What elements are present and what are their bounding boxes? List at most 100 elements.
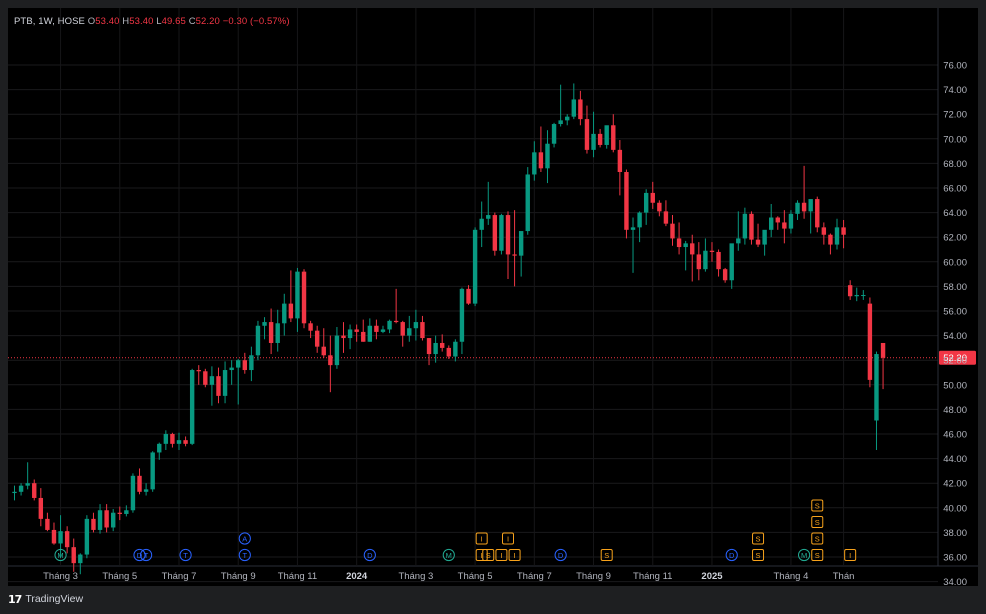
time-tick-label: Tháng 3 [43, 571, 78, 582]
event-marker-label: I [481, 535, 483, 544]
candle-body [597, 133, 603, 145]
time-tick-label: Tháng 7 [517, 571, 552, 582]
candle-body [262, 322, 267, 326]
tradingview-brand-name: TradingView [25, 593, 84, 605]
event-marker-label: M [446, 551, 452, 560]
chart-panel[interactable]: 52.20 MDTTTADMISIIIIDSDSSMSSSSI 34.00 36.… [8, 8, 978, 586]
price-tick-label: 42.00 [943, 479, 967, 490]
candle-body [407, 328, 412, 336]
price-tick-label: 64.00 [943, 208, 967, 219]
candle-body [71, 547, 76, 564]
event-markers: M D T T TAD M I S I II ID S D SSM SSSSI [54, 499, 857, 562]
event-marker-label: S [604, 551, 609, 560]
candle-body [716, 251, 721, 270]
event-marker-label: S [756, 535, 761, 544]
event-marker-label: D [367, 551, 373, 560]
candle-body [433, 342, 438, 355]
price-tick-label: 34.00 [943, 577, 967, 586]
candle-body [703, 250, 708, 270]
time-tick-label: Tháng 7 [162, 571, 197, 582]
time-tick-label: Tháng 5 [102, 571, 137, 582]
candle-body [459, 288, 465, 342]
candle-body [117, 512, 122, 514]
candle-body [558, 120, 563, 125]
candle-body [591, 133, 596, 150]
tradingview-branding[interactable]: 17 TradingView [8, 592, 83, 606]
candle-body [611, 125, 616, 150]
price-tick-label: 56.00 [943, 307, 967, 318]
candle-body [617, 149, 623, 173]
ohlc-legend: PTB, 1W, HOSE O53.40 H53.40 L49.65 C52.2… [14, 16, 290, 27]
event-marker-label: S [815, 535, 820, 544]
candle-body [196, 370, 201, 372]
candle-body [189, 370, 195, 444]
open-value: 53.40 [95, 16, 120, 27]
candle-body [229, 367, 234, 371]
price-axis[interactable]: 34.00 36.00 38.00 40.00 42.00 44.00 46.00 48.00… [943, 61, 967, 587]
time-tick-label: Tháng 9 [221, 571, 256, 582]
candle-body [815, 199, 820, 228]
candle-body [255, 325, 261, 356]
candle-body [426, 338, 432, 355]
candle-body [788, 213, 794, 229]
candle-body [157, 443, 162, 453]
candle-body [176, 440, 182, 444]
candle-body [84, 518, 90, 555]
event-marker-label: I [849, 551, 851, 560]
candle-body [505, 215, 511, 255]
time-axis[interactable]: Tháng 3 Tháng 5 Tháng 7 Tháng 9 Tháng 11 2024… [43, 571, 854, 582]
candle-body [525, 174, 530, 232]
price-tick-label: 46.00 [943, 430, 967, 441]
time-tick-label: Tháng 11 [278, 571, 317, 582]
candle-body [486, 215, 491, 219]
price-tick-label: 38.00 [943, 528, 967, 539]
candle-body [143, 489, 149, 492]
time-tick-label: Tháng 5 [458, 571, 493, 582]
candle-body [249, 355, 254, 371]
tradingview-logo-icon: 17 [8, 592, 22, 606]
candle-body [97, 510, 103, 530]
event-marker-label: D [558, 551, 564, 560]
candle-body [440, 342, 445, 348]
candle-body [321, 346, 326, 356]
event-marker-label: M [801, 551, 807, 560]
candle-body [354, 329, 359, 332]
price-tick-label: 72.00 [943, 110, 967, 121]
high-value: 53.40 [129, 16, 154, 27]
candle-body [45, 518, 50, 530]
price-tick-label: 60.00 [943, 257, 967, 268]
event-marker-label: I [514, 551, 516, 560]
candle-body [268, 322, 274, 343]
event-marker-label: S [815, 518, 820, 527]
candle-body [795, 202, 800, 214]
price-tick-label: 50.00 [943, 380, 967, 391]
time-tick-label: Tháng 9 [576, 571, 611, 582]
candle-body [683, 243, 688, 248]
candle-body [453, 341, 458, 357]
candle-body [150, 452, 155, 490]
event-marker-label: T [183, 551, 188, 560]
candle-body [729, 243, 734, 281]
candle-body [387, 320, 392, 330]
price-tick-label: 74.00 [943, 85, 967, 96]
candle-body [124, 510, 129, 514]
candle-body [630, 227, 636, 230]
price-tick-label: 62.00 [943, 233, 967, 244]
candle-body [828, 234, 833, 245]
candle-body [400, 322, 405, 336]
time-tick-label: 2024 [346, 571, 368, 582]
candle-body [341, 335, 346, 339]
candlestick-chart[interactable]: 52.20 M D T T TAD M I S I II ID S D SSM SSSSI 34.0036.… [8, 8, 978, 586]
price-tick-label: 44.00 [943, 454, 967, 465]
symbol-info[interactable]: PTB, 1W, HOSE [14, 16, 85, 27]
candle-body [413, 322, 419, 329]
candle-body [604, 125, 609, 145]
candle-body [466, 288, 471, 304]
event-marker-label: A [242, 535, 247, 544]
candle-body [755, 239, 761, 245]
candle-body [808, 199, 813, 212]
time-tick-label: Tháng 4 [774, 571, 809, 582]
candle-body [624, 172, 629, 230]
candle-body [834, 227, 840, 245]
price-tick-label: 68.00 [943, 159, 967, 170]
